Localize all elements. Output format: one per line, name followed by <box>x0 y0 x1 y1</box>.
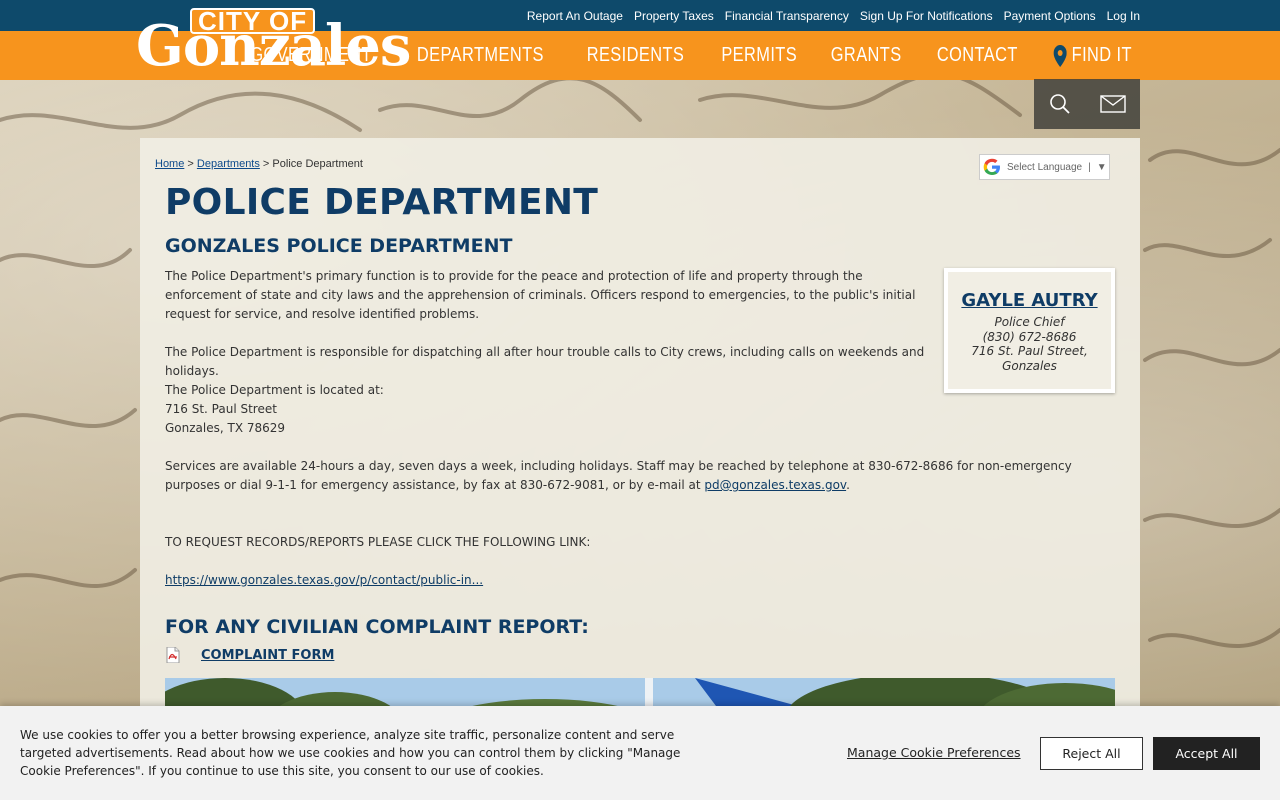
cookie-banner: We use cookies to offer you a better bro… <box>0 706 1280 800</box>
breadcrumb-departments[interactable]: Departments <box>197 158 260 170</box>
accept-all-button[interactable]: Accept All <box>1153 737 1260 770</box>
google-g-icon <box>983 158 1000 175</box>
paragraph-dispatching: The Police Department is responsible for… <box>165 345 925 378</box>
complaint-heading: FOR ANY CIVILIAN COMPLAINT REPORT: <box>165 616 589 638</box>
content-panel: Home > Departments > Police Department S… <box>140 138 1140 800</box>
breadcrumb-home[interactable]: Home <box>155 158 184 170</box>
nav-contact[interactable]: CONTACT <box>937 44 1018 67</box>
breadcrumb-current: Police Department <box>272 158 363 170</box>
manage-cookie-preferences-link[interactable]: Manage Cookie Preferences <box>847 745 1021 760</box>
language-select-separator: | <box>1088 161 1091 173</box>
language-select[interactable]: Select Language | ▼ <box>979 154 1110 180</box>
nav-residents[interactable]: RESIDENTS <box>587 44 685 67</box>
chief-info: Police Chief (830) 672-8686 716 St. Paul… <box>948 315 1111 373</box>
nav-find-it[interactable]: FIND IT <box>1053 44 1131 67</box>
main-nav: GOVERNMENT DEPARTMENTS RESIDENTS PERMITS… <box>237 31 1140 80</box>
paragraph-location: The Police Department is located at: 716… <box>165 381 935 438</box>
location-street: 716 St. Paul Street <box>165 402 277 416</box>
utility-link-financial-transparency[interactable]: Financial Transparency <box>725 9 849 23</box>
pdf-icon <box>166 647 180 663</box>
email-icon[interactable] <box>1099 95 1126 113</box>
breadcrumb-separator: > <box>259 158 273 170</box>
utility-link-report-outage[interactable]: Report An Outage <box>527 9 623 23</box>
paragraph-primary-function: The Police Department's primary function… <box>165 269 916 321</box>
page-title: POLICE DEPARTMENT <box>165 182 599 223</box>
chief-address-line2: Gonzales <box>1002 358 1057 373</box>
section-title: GONZALES POLICE DEPARTMENT <box>165 235 513 257</box>
utility-link-property-taxes[interactable]: Property Taxes <box>634 9 714 23</box>
chief-name-link[interactable]: GAYLE AUTRY <box>948 290 1111 311</box>
paragraph-services: Services are available 24-hours a day, s… <box>165 457 1115 495</box>
language-select-label: Select Language <box>1007 161 1083 173</box>
reject-all-button[interactable]: Reject All <box>1040 737 1143 770</box>
records-label: TO REQUEST RECORDS/REPORTS PLEASE CLICK … <box>165 535 591 549</box>
nav-permits[interactable]: PERMITS <box>721 44 797 67</box>
breadcrumb: Home > Departments > Police Department <box>155 158 363 170</box>
chief-title: Police Chief <box>994 315 1065 329</box>
breadcrumb-separator: > <box>184 158 197 170</box>
nav-government[interactable]: GOVERNMENT <box>250 44 372 67</box>
complaint-form-row: COMPLAINT FORM <box>165 647 334 663</box>
utility-link-notifications[interactable]: Sign Up For Notifications <box>860 9 993 23</box>
chief-contact-card: GAYLE AUTRY Police Chief (830) 672-8686 … <box>944 268 1115 393</box>
chief-address-line1: 716 St. Paul Street, <box>971 344 1088 358</box>
cookie-message: We use cookies to offer you a better bro… <box>20 728 681 778</box>
email-link[interactable]: pd@gonzales.texas.gov <box>704 478 846 492</box>
map-pin-icon <box>1053 44 1067 67</box>
services-text-end: . <box>846 478 850 492</box>
search-icon[interactable] <box>1049 93 1071 115</box>
location-label: The Police Department is located at: <box>165 383 384 397</box>
records-paragraph: https://www.gonzales.texas.gov/p/contact… <box>165 571 1115 590</box>
records-link[interactable]: https://www.gonzales.texas.gov/p/contact… <box>165 573 483 587</box>
complaint-form-link[interactable]: COMPLAINT FORM <box>201 648 334 663</box>
location-city: Gonzales, TX 78629 <box>165 421 286 435</box>
utility-link-log-in[interactable]: Log In <box>1107 9 1140 23</box>
find-it-label: FIND IT <box>1071 44 1132 66</box>
utility-link-payment-options[interactable]: Payment Options <box>1004 9 1096 23</box>
utility-links: Report An Outage Property Taxes Financia… <box>527 0 1140 31</box>
services-text: Services are available 24-hours a day, s… <box>165 459 1072 492</box>
nav-departments[interactable]: DEPARTMENTS <box>417 44 544 67</box>
header-tools <box>1034 79 1140 129</box>
nav-grants[interactable]: GRANTS <box>831 44 902 67</box>
chief-phone: (830) 672-8686 <box>982 329 1077 344</box>
chevron-down-icon: ▼ <box>1096 161 1107 173</box>
